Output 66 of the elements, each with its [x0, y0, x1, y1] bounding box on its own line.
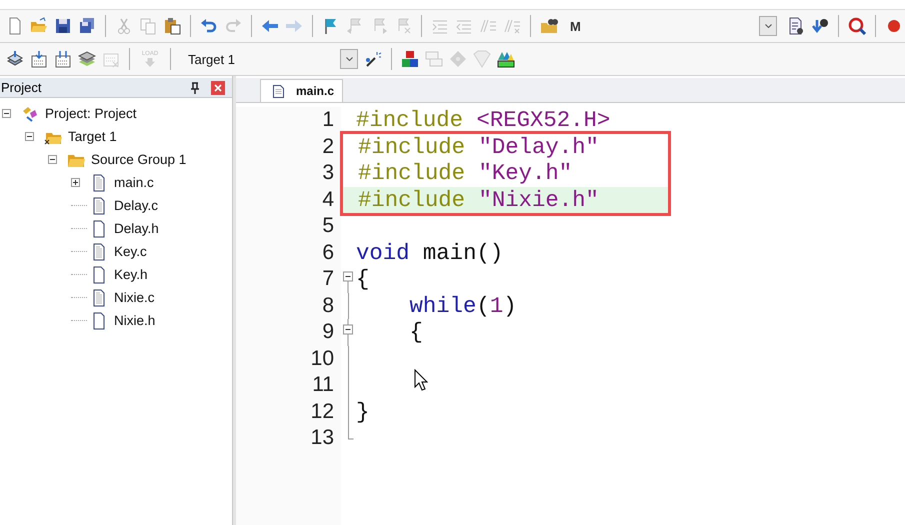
document-icon[interactable] — [787, 17, 805, 35]
left-arrow-icon[interactable] — [261, 17, 279, 35]
mouse-pointer-icon — [414, 369, 428, 391]
undo-icon[interactable] — [200, 17, 218, 35]
macro-button[interactable]: M — [564, 18, 587, 34]
close-icon[interactable] — [211, 80, 225, 94]
chevron-icon — [764, 24, 772, 28]
magic-wand-icon[interactable] — [364, 50, 382, 68]
line-number: 4 — [321, 186, 334, 212]
code-line: void main() — [355, 240, 504, 266]
line-number: 9 — [321, 319, 334, 345]
target-select[interactable]: Target 1 — [180, 49, 358, 69]
line-number: 7 — [321, 266, 334, 292]
tree-item[interactable]: Nixie.c — [114, 290, 155, 305]
line-number: 13 — [310, 425, 334, 451]
folder-search-icon[interactable] — [540, 17, 558, 35]
code-line: { — [355, 266, 370, 292]
pin-icon[interactable] — [190, 82, 200, 94]
code-line: #include "Nixie.h" — [357, 186, 599, 213]
line-number: 2 — [321, 134, 334, 160]
file-icon — [273, 84, 284, 98]
expand-icon[interactable] — [71, 178, 80, 187]
magnifier-icon[interactable] — [848, 17, 866, 35]
tree-item[interactable]: Key.c — [114, 244, 147, 259]
line-number: 5 — [321, 213, 334, 239]
line-number: 3 — [321, 160, 334, 186]
line-number: 11 — [311, 372, 334, 398]
project-icon — [21, 104, 39, 122]
code-line: { — [408, 319, 423, 346]
open-folder-icon[interactable] — [30, 17, 48, 35]
line-number: 12 — [310, 398, 334, 424]
stack-arrow-icon[interactable] — [6, 50, 24, 68]
save-icon[interactable] — [54, 17, 72, 35]
code-line: } — [355, 398, 370, 425]
paste-icon[interactable] — [163, 17, 181, 35]
code-line: while(1) — [408, 292, 517, 319]
tree-item[interactable]: main.c — [114, 175, 154, 190]
circle-icon[interactable] — [885, 17, 903, 35]
collapse-icon[interactable] — [2, 109, 11, 118]
dropdown-button[interactable] — [759, 16, 777, 36]
tree-item[interactable]: Nixie.h — [114, 313, 156, 328]
tree-item[interactable]: Target 1 — [68, 129, 117, 144]
tree-item[interactable]: Key.h — [114, 267, 148, 282]
blocks-icon[interactable] — [401, 50, 419, 68]
line-number: 1 — [321, 107, 334, 133]
line-number: 6 — [321, 240, 334, 266]
colored-blocks-icon[interactable] — [497, 50, 515, 68]
collapse-icon[interactable] — [48, 155, 57, 164]
collapse-icon[interactable] — [25, 132, 34, 141]
tree-item[interactable]: Delay.c — [114, 198, 158, 213]
rebuild-icon[interactable] — [54, 50, 72, 68]
fold-icon[interactable] — [343, 319, 353, 346]
layers-icon[interactable] — [78, 50, 96, 68]
chevron-icon — [346, 57, 352, 61]
tree-item[interactable]: Source Group 1 — [91, 152, 186, 167]
panel-title: Project — [1, 80, 42, 95]
code-line: #include "Key.h" — [357, 160, 572, 186]
save-all-icon[interactable] — [78, 17, 96, 35]
line-number: 10 — [310, 346, 334, 372]
build-icon[interactable] — [30, 50, 48, 68]
line-number: 8 — [321, 292, 334, 318]
tree-item[interactable]: Delay.h — [114, 221, 159, 236]
file-tab[interactable]: main.c — [260, 79, 344, 102]
tree-item[interactable]: Project: Project — [45, 106, 137, 121]
code-line: #include <REGX52.H> — [355, 107, 610, 134]
code-line: #include "Delay.h" — [357, 134, 599, 160]
